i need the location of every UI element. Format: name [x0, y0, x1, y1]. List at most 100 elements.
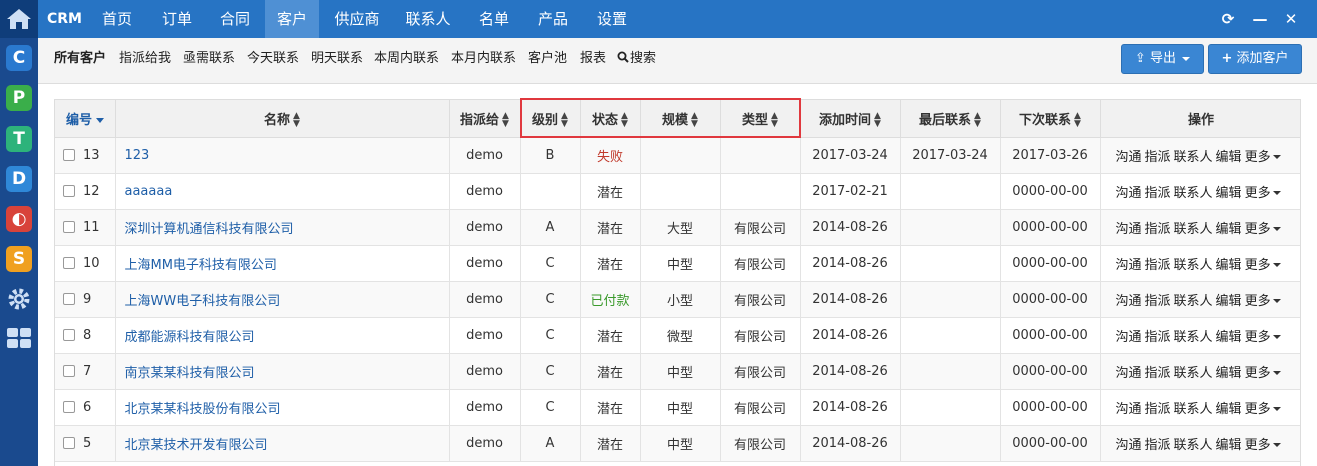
subnav-link-2[interactable]: 亟需联系 [183, 38, 235, 80]
subnav-link-3[interactable]: 今天联系 [247, 38, 299, 80]
edit-link[interactable]: 编辑 [1216, 402, 1242, 417]
grid-apps-icon[interactable] [6, 325, 32, 351]
subnav-link-5[interactable]: 本周内联系 [374, 38, 439, 80]
contacts-link[interactable]: 联系人 [1174, 330, 1213, 345]
table-row[interactable]: 13 123 demo B 失败 2017-03-24 2017-03-24 2017-03-… [55, 137, 1300, 174]
customer-name-link[interactable]: 成都能源科技有限公司 [125, 330, 255, 345]
table-row[interactable]: 10 上海MM电子科技有限公司 demo C 潜在 中型 有限公司 2014-08-26 000… [55, 245, 1300, 282]
customer-name-link[interactable]: 南京某某科技有限公司 [125, 366, 255, 381]
more-dropdown[interactable]: 更多 [1245, 366, 1284, 381]
close-icon[interactable]: ✕ [1279, 0, 1303, 38]
more-dropdown[interactable]: 更多 [1245, 222, 1284, 237]
table-row[interactable]: 7 南京某某科技有限公司 demo C 潜在 中型 有限公司 2014-08-26 0000-0… [55, 353, 1300, 390]
communicate-link[interactable]: 沟通 [1116, 438, 1142, 453]
brand-logo[interactable]: CRM [47, 0, 82, 38]
subnav-link-4[interactable]: 明天联系 [311, 38, 363, 80]
communicate-link[interactable]: 沟通 [1116, 402, 1142, 417]
contacts-link[interactable]: 联系人 [1174, 294, 1213, 309]
app-c-icon[interactable]: C [6, 45, 32, 71]
assign-link[interactable]: 指派 [1145, 330, 1171, 345]
edit-link[interactable]: 编辑 [1216, 150, 1242, 165]
customer-name-link[interactable]: aaaaaa [125, 184, 173, 199]
header-next-contact[interactable]: 下次联系 ▲ ▼ [1000, 100, 1101, 138]
header-level[interactable]: 级别 ▲ ▼ [520, 100, 581, 138]
customer-name-link[interactable]: 上海MM电子科技有限公司 [125, 258, 277, 273]
communicate-link[interactable]: 沟通 [1116, 366, 1142, 381]
more-dropdown[interactable]: 更多 [1245, 402, 1284, 417]
more-dropdown[interactable]: 更多 [1245, 150, 1284, 165]
more-dropdown[interactable]: 更多 [1245, 186, 1284, 201]
assign-link[interactable]: 指派 [1145, 438, 1171, 453]
nav-item-4[interactable]: 供应商 [325, 0, 389, 38]
table-row[interactable]: 6 北京某某科技股份有限公司 demo C 潜在 中型 有限公司 2014-08-26 0000… [55, 389, 1300, 426]
refresh-icon[interactable]: ⟳ [1216, 0, 1240, 38]
customer-name-link[interactable]: 123 [125, 148, 150, 163]
assign-link[interactable]: 指派 [1145, 186, 1171, 201]
home-icon[interactable] [0, 0, 38, 38]
contacts-link[interactable]: 联系人 [1174, 258, 1213, 273]
header-created[interactable]: 添加时间 ▲ ▼ [800, 100, 901, 138]
customer-name-link[interactable]: 北京某技术开发有限公司 [125, 438, 268, 453]
edit-link[interactable]: 编辑 [1216, 222, 1242, 237]
nav-item-0[interactable]: 首页 [90, 0, 144, 38]
table-row[interactable]: 11 深圳计算机通信科技有限公司 demo A 潜在 大型 有限公司 2014-08-26 00… [55, 209, 1300, 246]
assign-link[interactable]: 指派 [1145, 294, 1171, 309]
nav-item-8[interactable]: 设置 [585, 0, 639, 38]
app-p-icon[interactable]: P [6, 85, 32, 111]
communicate-link[interactable]: 沟通 [1116, 294, 1142, 309]
subnav-link-8[interactable]: 报表 [580, 38, 606, 80]
edit-link[interactable]: 编辑 [1216, 258, 1242, 273]
contacts-link[interactable]: 联系人 [1174, 186, 1213, 201]
row-checkbox[interactable] [63, 365, 75, 377]
more-dropdown[interactable]: 更多 [1245, 294, 1284, 309]
minimize-icon[interactable]: — [1248, 0, 1272, 38]
row-checkbox[interactable] [63, 221, 75, 233]
assign-link[interactable]: 指派 [1145, 258, 1171, 273]
export-button[interactable]: ⇪ 导出 [1121, 44, 1204, 74]
row-checkbox[interactable] [63, 329, 75, 341]
edit-link[interactable]: 编辑 [1216, 366, 1242, 381]
header-id[interactable]: 编号 [55, 100, 116, 138]
table-row[interactable]: 9 上海WW电子科技有限公司 demo C 已付款 小型 有限公司 2014-08-26 000… [55, 281, 1300, 318]
communicate-link[interactable]: 沟通 [1116, 330, 1142, 345]
table-row[interactable]: 12 aaaaaa demo 潜在 2017-02-21 0000-00-00 沟通 指派 联系… [55, 173, 1300, 210]
row-checkbox[interactable] [63, 185, 75, 197]
header-last-contact[interactable]: 最后联系 ▲ ▼ [900, 100, 1001, 138]
edit-link[interactable]: 编辑 [1216, 330, 1242, 345]
row-checkbox[interactable] [63, 293, 75, 305]
more-dropdown[interactable]: 更多 [1245, 438, 1284, 453]
row-checkbox[interactable] [63, 149, 75, 161]
edit-link[interactable]: 编辑 [1216, 186, 1242, 201]
more-dropdown[interactable]: 更多 [1245, 258, 1284, 273]
customer-name-link[interactable]: 深圳计算机通信科技有限公司 [125, 222, 294, 237]
communicate-link[interactable]: 沟通 [1116, 258, 1142, 273]
assign-link[interactable]: 指派 [1145, 150, 1171, 165]
assign-link[interactable]: 指派 [1145, 222, 1171, 237]
customer-name-link[interactable]: 上海WW电子科技有限公司 [125, 294, 281, 309]
contacts-link[interactable]: 联系人 [1174, 222, 1213, 237]
app-t-icon[interactable]: T [6, 126, 32, 152]
nav-item-3[interactable]: 客户 [265, 0, 319, 38]
communicate-link[interactable]: 沟通 [1116, 222, 1142, 237]
edit-link[interactable]: 编辑 [1216, 438, 1242, 453]
edit-link[interactable]: 编辑 [1216, 294, 1242, 309]
app-s-icon[interactable]: S [6, 246, 32, 272]
contacts-link[interactable]: 联系人 [1174, 150, 1213, 165]
communicate-link[interactable]: 沟通 [1116, 186, 1142, 201]
communicate-link[interactable]: 沟通 [1116, 150, 1142, 165]
nav-item-2[interactable]: 合同 [208, 0, 262, 38]
add-customer-button[interactable]: + 添加客户 [1208, 44, 1302, 74]
gear-icon[interactable] [6, 286, 32, 312]
nav-item-6[interactable]: 名单 [467, 0, 521, 38]
nav-item-5[interactable]: 联系人 [396, 0, 460, 38]
row-checkbox[interactable] [63, 437, 75, 449]
subnav-link-7[interactable]: 客户池 [528, 38, 567, 80]
table-row[interactable]: 5 北京某技术开发有限公司 demo A 潜在 中型 有限公司 2014-08-26 0000-… [55, 425, 1300, 462]
app-d-icon[interactable]: D [6, 166, 32, 192]
header-type[interactable]: 类型 ▲ ▼ [720, 100, 801, 138]
subnav-link-0[interactable]: 所有客户 [54, 38, 106, 80]
contacts-link[interactable]: 联系人 [1174, 366, 1213, 381]
more-dropdown[interactable]: 更多 [1245, 330, 1284, 345]
app-contrast-icon[interactable]: ◐ [6, 206, 32, 232]
customer-name-link[interactable]: 北京某某科技股份有限公司 [125, 402, 281, 417]
